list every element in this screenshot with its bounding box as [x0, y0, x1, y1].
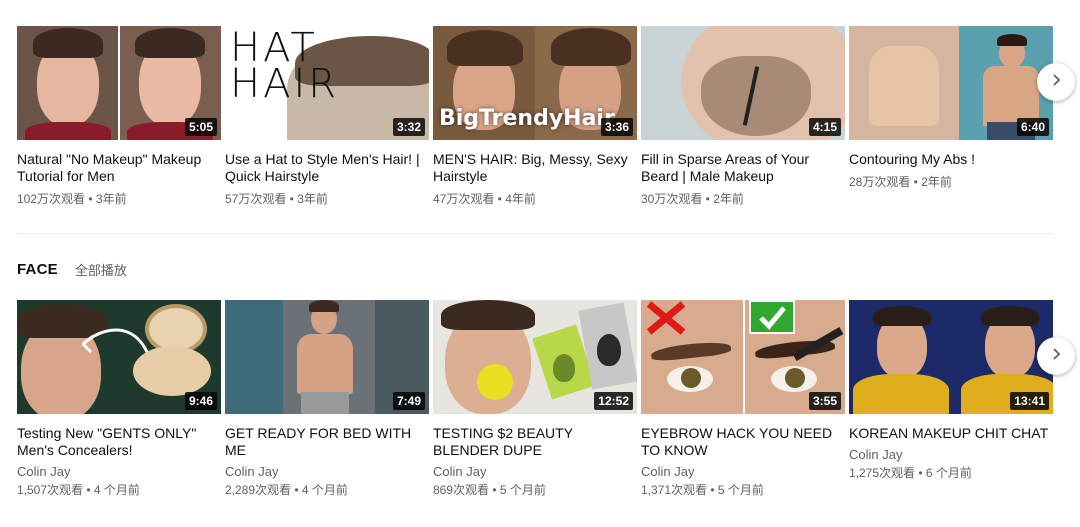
video-title[interactable]: MEN'S HAIR: Big, Messy, Sexy Hairstyle	[433, 151, 637, 185]
shelf-next-button[interactable]	[1037, 63, 1075, 101]
video-row: 5:05 Natural "No Makeup" Makeup Tutorial…	[17, 26, 1075, 207]
video-card[interactable]: 13:41 KOREAN MAKEUP CHIT CHAT Colin Jay …	[849, 300, 1053, 498]
video-card[interactable]: BigTrendyHair 3:36 MEN'S HAIR: Big, Mess…	[433, 26, 637, 207]
video-title[interactable]: Natural "No Makeup" Makeup Tutorial for …	[17, 151, 221, 185]
video-thumbnail[interactable]: 12:52	[433, 300, 637, 414]
video-duration: 3:36	[600, 118, 633, 136]
video-thumbnail[interactable]: 3:55	[641, 300, 845, 414]
shelf-next-button[interactable]	[1037, 337, 1075, 375]
shelf-header: FACE 全部播放	[17, 257, 1053, 281]
channel-name[interactable]: Colin Jay	[225, 464, 429, 480]
video-meta: 869次观看 • 5 个月前	[433, 483, 546, 497]
video-card[interactable]: 6:40 Contouring My Abs ! 28万次观看 • 2年前	[849, 26, 1053, 207]
video-meta: 1,507次观看 • 4 个月前	[17, 483, 140, 497]
video-card[interactable]: 5:05 Natural "No Makeup" Makeup Tutorial…	[17, 26, 221, 207]
video-duration: 7:49	[392, 392, 425, 410]
video-duration: 12:52	[594, 392, 633, 410]
thumbnail-overlay-text: HAT HAIR	[230, 26, 340, 107]
channel-name[interactable]: Colin Jay	[641, 464, 845, 480]
chevron-right-icon	[1049, 347, 1063, 366]
video-card[interactable]: 7:49 GET READY FOR BED WITH ME Colin Jay…	[225, 300, 429, 498]
video-thumbnail[interactable]: BigTrendyHair 3:36	[433, 26, 637, 140]
video-shelf: 5:05 Natural "No Makeup" Makeup Tutorial…	[17, 26, 1075, 207]
thumbnail-overlay-text: BigTrendyHair	[439, 106, 615, 131]
video-duration: 9:46	[184, 392, 217, 410]
video-title[interactable]: TESTING $2 BEAUTY BLENDER DUPE	[433, 425, 637, 459]
video-duration: 6:40	[1016, 118, 1049, 136]
video-meta: 102万次观看 • 3年前	[17, 192, 127, 206]
channel-name[interactable]: Colin Jay	[849, 447, 1053, 463]
video-thumbnail[interactable]: 7:49	[225, 300, 429, 414]
video-card[interactable]: 3:55 EYEBROW HACK YOU NEED TO KNOW Colin…	[641, 300, 845, 498]
shelf-title[interactable]: FACE	[17, 261, 58, 278]
video-meta: 30万次观看 • 2年前	[641, 192, 744, 206]
video-title[interactable]: Use a Hat to Style Men's Hair! | Quick H…	[225, 151, 429, 185]
video-row: 9:46 Testing New "GENTS ONLY" Men's Conc…	[17, 300, 1075, 498]
video-title[interactable]: GET READY FOR BED WITH ME	[225, 425, 429, 459]
video-thumbnail[interactable]: 6:40	[849, 26, 1053, 140]
video-meta: 1,275次观看 • 6 个月前	[849, 466, 972, 480]
video-card[interactable]: 4:15 Fill in Sparse Areas of Your Beard …	[641, 26, 845, 207]
video-duration: 5:05	[184, 118, 217, 136]
video-duration: 4:15	[808, 118, 841, 136]
channel-name[interactable]: Colin Jay	[17, 464, 221, 480]
video-meta: 1,371次观看 • 5 个月前	[641, 483, 764, 497]
video-thumbnail[interactable]: HAT HAIR 3:32	[225, 26, 429, 140]
video-card[interactable]: HAT HAIR 3:32 Use a Hat to Style Men's H…	[225, 26, 429, 207]
video-meta: 57万次观看 • 3年前	[225, 192, 328, 206]
play-all-button[interactable]: 全部播放	[75, 260, 127, 279]
video-title[interactable]: Testing New "GENTS ONLY" Men's Concealer…	[17, 425, 221, 459]
shelf-divider	[17, 233, 1053, 234]
video-duration: 13:41	[1010, 392, 1049, 410]
video-meta: 47万次观看 • 4年前	[433, 192, 536, 206]
video-meta: 28万次观看 • 2年前	[849, 175, 952, 189]
video-duration: 3:32	[392, 118, 425, 136]
video-card[interactable]: 12:52 TESTING $2 BEAUTY BLENDER DUPE Col…	[433, 300, 637, 498]
video-thumbnail[interactable]: 13:41	[849, 300, 1053, 414]
video-title[interactable]: Fill in Sparse Areas of Your Beard | Mal…	[641, 151, 845, 185]
video-title[interactable]: Contouring My Abs !	[849, 151, 1053, 168]
video-thumbnail[interactable]: 5:05	[17, 26, 221, 140]
chevron-right-icon	[1049, 73, 1063, 92]
video-thumbnail[interactable]: 9:46	[17, 300, 221, 414]
video-title[interactable]: EYEBROW HACK YOU NEED TO KNOW	[641, 425, 845, 459]
video-shelf-face: FACE 全部播放 9:46 Testing New "GENTS ONLY" …	[17, 257, 1075, 498]
video-meta: 2,289次观看 • 4 个月前	[225, 483, 348, 497]
video-card[interactable]: 9:46 Testing New "GENTS ONLY" Men's Conc…	[17, 300, 221, 498]
channel-name[interactable]: Colin Jay	[433, 464, 637, 480]
video-title[interactable]: KOREAN MAKEUP CHIT CHAT	[849, 425, 1053, 442]
video-duration: 3:55	[808, 392, 841, 410]
video-thumbnail[interactable]: 4:15	[641, 26, 845, 140]
